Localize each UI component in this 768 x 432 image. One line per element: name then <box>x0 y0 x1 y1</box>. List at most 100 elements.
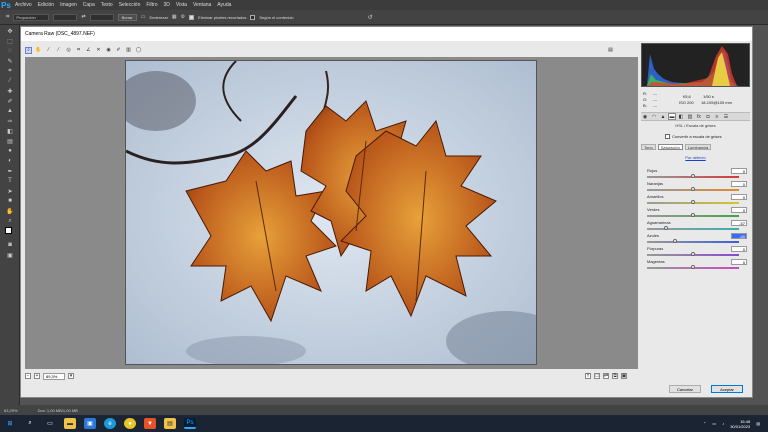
menu-vista[interactable]: Vista <box>173 2 190 8</box>
chrome-icon[interactable]: ● <box>124 418 136 429</box>
pen-tool-icon[interactable]: ✒ <box>5 167 15 175</box>
basic-tab-icon[interactable]: ◉ <box>641 113 649 120</box>
network-icon[interactable]: ▭ <box>712 421 716 426</box>
tone-curve-tab-icon[interactable]: ◠ <box>650 113 658 120</box>
menu-edicion[interactable]: Edición <box>35 2 57 8</box>
straighten-icon[interactable]: ▭ <box>141 14 146 20</box>
gradient-tool-icon[interactable]: ▤ <box>5 137 15 145</box>
screen-mode-icon[interactable]: ▣ <box>5 251 15 259</box>
zoom-tool-icon[interactable]: ⌕ <box>25 46 32 54</box>
zoom-level-field[interactable]: 89,3% <box>43 372 65 380</box>
menu-archivo[interactable]: Archivo <box>12 2 35 8</box>
zoom-readout[interactable]: 63,29% <box>4 408 18 413</box>
zoom-out-button[interactable]: − <box>25 373 31 379</box>
healing-tool-icon[interactable]: ✚ <box>5 87 15 95</box>
slider-thumb[interactable] <box>691 187 695 191</box>
menu-capa[interactable]: Capa <box>80 2 98 8</box>
quick-mask-icon[interactable]: ◙ <box>5 241 15 249</box>
slider-value-field[interactable]: 0 <box>731 181 747 187</box>
folder-icon[interactable]: ▤ <box>164 418 176 429</box>
slider-value-field[interactable]: 0 <box>731 207 747 213</box>
preview-toggle-y-icon[interactable]: Y <box>585 373 591 379</box>
zoom-dropdown[interactable]: ▾ <box>68 373 74 379</box>
copy-settings-icon[interactable]: ⧉ <box>612 373 618 379</box>
shape-tool-icon[interactable]: ■ <box>5 197 15 205</box>
slider-value-field[interactable]: -57 <box>731 220 747 226</box>
slider-thumb[interactable] <box>691 174 695 178</box>
slider-value-field[interactable]: -40 <box>731 233 747 239</box>
slider-thumb[interactable] <box>691 213 695 217</box>
eraser-tool-icon[interactable]: ◧ <box>5 127 15 135</box>
menu-ayuda[interactable]: Ayuda <box>214 2 234 8</box>
store-icon[interactable]: ▣ <box>84 418 96 429</box>
undo-icon[interactable]: ↺ <box>368 14 373 21</box>
default-link[interactable]: Por defecto <box>641 155 750 161</box>
split-toning-tab-icon[interactable]: ◧ <box>677 113 685 120</box>
clear-button[interactable]: Borrar <box>117 13 137 21</box>
slider-thumb[interactable] <box>691 200 695 204</box>
toggle-preview-icon[interactable]: ▣ <box>621 373 627 379</box>
photo-preview[interactable] <box>125 60 537 365</box>
dodge-tool-icon[interactable]: ◐ <box>5 157 15 165</box>
delete-cropped-checkbox[interactable] <box>189 14 195 20</box>
graduated-filter-icon[interactable]: ▥ <box>125 47 132 54</box>
hand-tool-icon[interactable]: ✋ <box>5 207 15 215</box>
before-after-icon[interactable]: ▭ <box>594 373 600 379</box>
swap-before-after-icon[interactable]: ⇄ <box>603 373 609 379</box>
windows-start-icon[interactable]: ⊞ <box>4 418 16 429</box>
tab-tono[interactable]: Tono <box>641 144 656 150</box>
brush-tool-icon[interactable]: ✐ <box>5 97 15 105</box>
gear-icon[interactable]: ⚙ <box>181 14 185 20</box>
zoom-in-button[interactable]: + <box>34 373 40 379</box>
chevron-up-icon[interactable]: ⌃ <box>703 421 706 426</box>
slider-value-field[interactable]: 0 <box>731 246 747 252</box>
convert-grayscale-checkbox[interactable] <box>665 134 670 139</box>
crop-tool-icon[interactable]: ⌗ <box>5 67 15 75</box>
marquee-tool-icon[interactable]: ⬚ <box>5 37 15 45</box>
lasso-tool-icon[interactable]: ◌ <box>5 47 15 55</box>
red-eye-icon[interactable]: ◉ <box>105 47 112 54</box>
lens-tab-icon[interactable]: ▥ <box>686 113 694 120</box>
edge-icon[interactable]: e <box>104 418 116 429</box>
stamp-tool-icon[interactable]: ▲ <box>5 107 15 115</box>
crop-tool-icon[interactable]: ⌗ <box>75 47 82 54</box>
slider-thumb[interactable] <box>691 265 695 269</box>
volume-icon[interactable]: ♪ <box>722 421 724 426</box>
content-aware-checkbox[interactable] <box>250 14 256 20</box>
detail-tab-icon[interactable]: ▲ <box>659 113 667 120</box>
menu-texto[interactable]: Texto <box>98 2 116 8</box>
search-icon[interactable]: ⌕ <box>24 418 36 429</box>
tab-luminancia[interactable]: Luminancia <box>684 144 712 150</box>
photoshop-taskbar-icon[interactable]: Ps <box>184 418 196 429</box>
swap-icon[interactable]: ⇄ <box>81 14 85 20</box>
radial-filter-icon[interactable]: ◯ <box>135 47 142 54</box>
slider-thumb[interactable] <box>672 239 677 243</box>
zoom-tool-icon[interactable]: ⌕ <box>5 217 15 225</box>
brave-icon[interactable]: ▼ <box>144 418 156 429</box>
menu-ventana[interactable]: Ventana <box>190 2 214 8</box>
slider-value-field[interactable]: 0 <box>731 259 747 265</box>
eyedropper-tool-icon[interactable]: ⁄ <box>5 77 15 85</box>
height-field[interactable] <box>89 13 114 21</box>
notifications-icon[interactable]: ▤ <box>756 421 760 426</box>
ratio-select[interactable]: Proporción <box>13 13 50 21</box>
menu-imagen[interactable]: Imagen <box>57 2 80 8</box>
menu-3d[interactable]: 3D <box>161 2 173 8</box>
grid-icon[interactable]: ▦ <box>172 14 177 20</box>
slider-value-field[interactable]: 0 <box>731 168 747 174</box>
camera-calibration-tab-icon[interactable]: ◘ <box>704 113 712 120</box>
width-field[interactable] <box>53 13 78 21</box>
slider-track[interactable] <box>647 228 739 230</box>
adjustment-brush-icon[interactable]: ✐ <box>115 47 122 54</box>
blur-tool-icon[interactable]: ● <box>5 147 15 155</box>
clock[interactable]: 16:48 30/01/2023 <box>730 419 750 429</box>
slider-thumb[interactable] <box>691 252 695 256</box>
path-select-icon[interactable]: ➤ <box>5 187 15 195</box>
slider-value-field[interactable]: 0 <box>731 194 747 200</box>
history-brush-icon[interactable]: ✑ <box>5 117 15 125</box>
spot-removal-icon[interactable]: ✕ <box>95 47 102 54</box>
white-balance-tool-icon[interactable]: ⁄ <box>45 47 52 54</box>
effects-tab-icon[interactable]: fx <box>695 113 703 120</box>
tab-saturacion[interactable]: Saturación <box>657 144 683 150</box>
colors-icon[interactable] <box>5 227 15 239</box>
